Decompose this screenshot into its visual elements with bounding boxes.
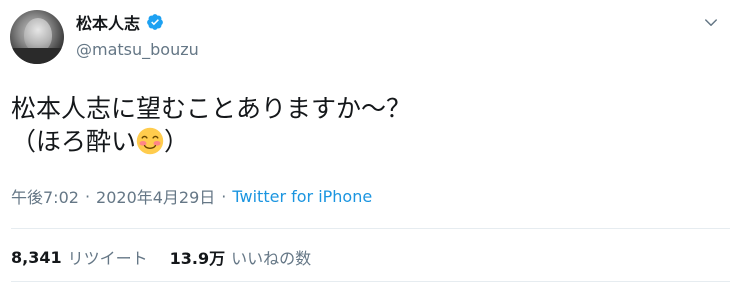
retweet-count[interactable]: 8,341 <box>11 248 62 267</box>
divider-top <box>11 228 730 229</box>
avatar-face <box>24 18 52 52</box>
retweet-label[interactable]: リツイート <box>68 245 148 269</box>
like-label[interactable]: いいねの数 <box>231 245 311 269</box>
author-handle[interactable]: @matsu_bouzu <box>76 40 199 59</box>
avatar[interactable] <box>10 10 64 64</box>
meta-separator-2: · <box>221 186 227 206</box>
meta-separator: · <box>84 186 91 206</box>
chevron-down-icon[interactable] <box>702 14 720 32</box>
tweet-source-link[interactable]: Twitter for iPhone <box>232 187 372 206</box>
display-name[interactable]: 松本人志 <box>76 10 140 34</box>
author-name-row: 松本人志 <box>76 11 164 33</box>
verified-badge-icon <box>147 14 163 30</box>
avatar-shoulder <box>10 48 64 64</box>
tweet-text: 松本人志に望むことありますか〜？ （ほろ酔い ） <box>11 92 411 158</box>
like-count[interactable]: 13.9万 <box>170 245 225 269</box>
tweet-date[interactable]: 2020年4月29日 <box>96 184 215 208</box>
tweet-line-2: （ほろ酔い ） <box>11 127 189 156</box>
tweet-line-1: 松本人志に望むことありますか〜？ <box>11 94 412 123</box>
divider-bottom <box>11 281 730 282</box>
tweet-meta: 午後7:02 · 2020年4月29日 · Twitter for iPhone <box>11 184 372 208</box>
tweet-line-2-start: （ほろ酔い <box>11 127 137 156</box>
tweet-line-2-end: ） <box>164 127 190 156</box>
tweet-stats: 8,341 リツイート 13.9万 いいねの数 <box>11 245 333 269</box>
tweet-time[interactable]: 午後7:02 <box>11 184 79 208</box>
blushing-smile-emoji <box>136 127 164 155</box>
